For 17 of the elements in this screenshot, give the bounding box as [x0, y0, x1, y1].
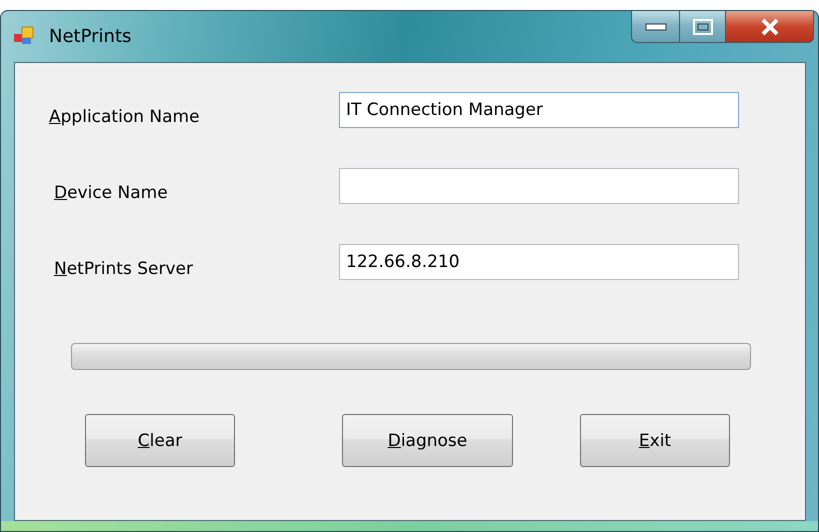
field-label: Device Name — [53, 182, 169, 203]
text-field[interactable]: IT Connection Manager — [339, 92, 739, 128]
action-button[interactable]: Clear — [85, 414, 235, 467]
field-label: Application Name — [49, 106, 201, 127]
text-field[interactable]: 122.66.8.210 — [339, 244, 739, 280]
maximize-icon — [692, 18, 712, 34]
action-button[interactable]: Diagnose — [342, 414, 513, 467]
field-label: NetPrints Server — [53, 258, 194, 279]
text-field[interactable] — [339, 168, 739, 204]
action-button[interactable]: Exit — [580, 414, 730, 467]
app-icon — [13, 25, 35, 47]
close-button[interactable] — [726, 11, 814, 43]
minimize-button[interactable] — [631, 11, 680, 43]
minimize-icon — [644, 22, 666, 30]
window-title: NetPrints — [49, 26, 132, 46]
close-icon — [760, 18, 780, 36]
maximize-button[interactable] — [680, 11, 726, 43]
